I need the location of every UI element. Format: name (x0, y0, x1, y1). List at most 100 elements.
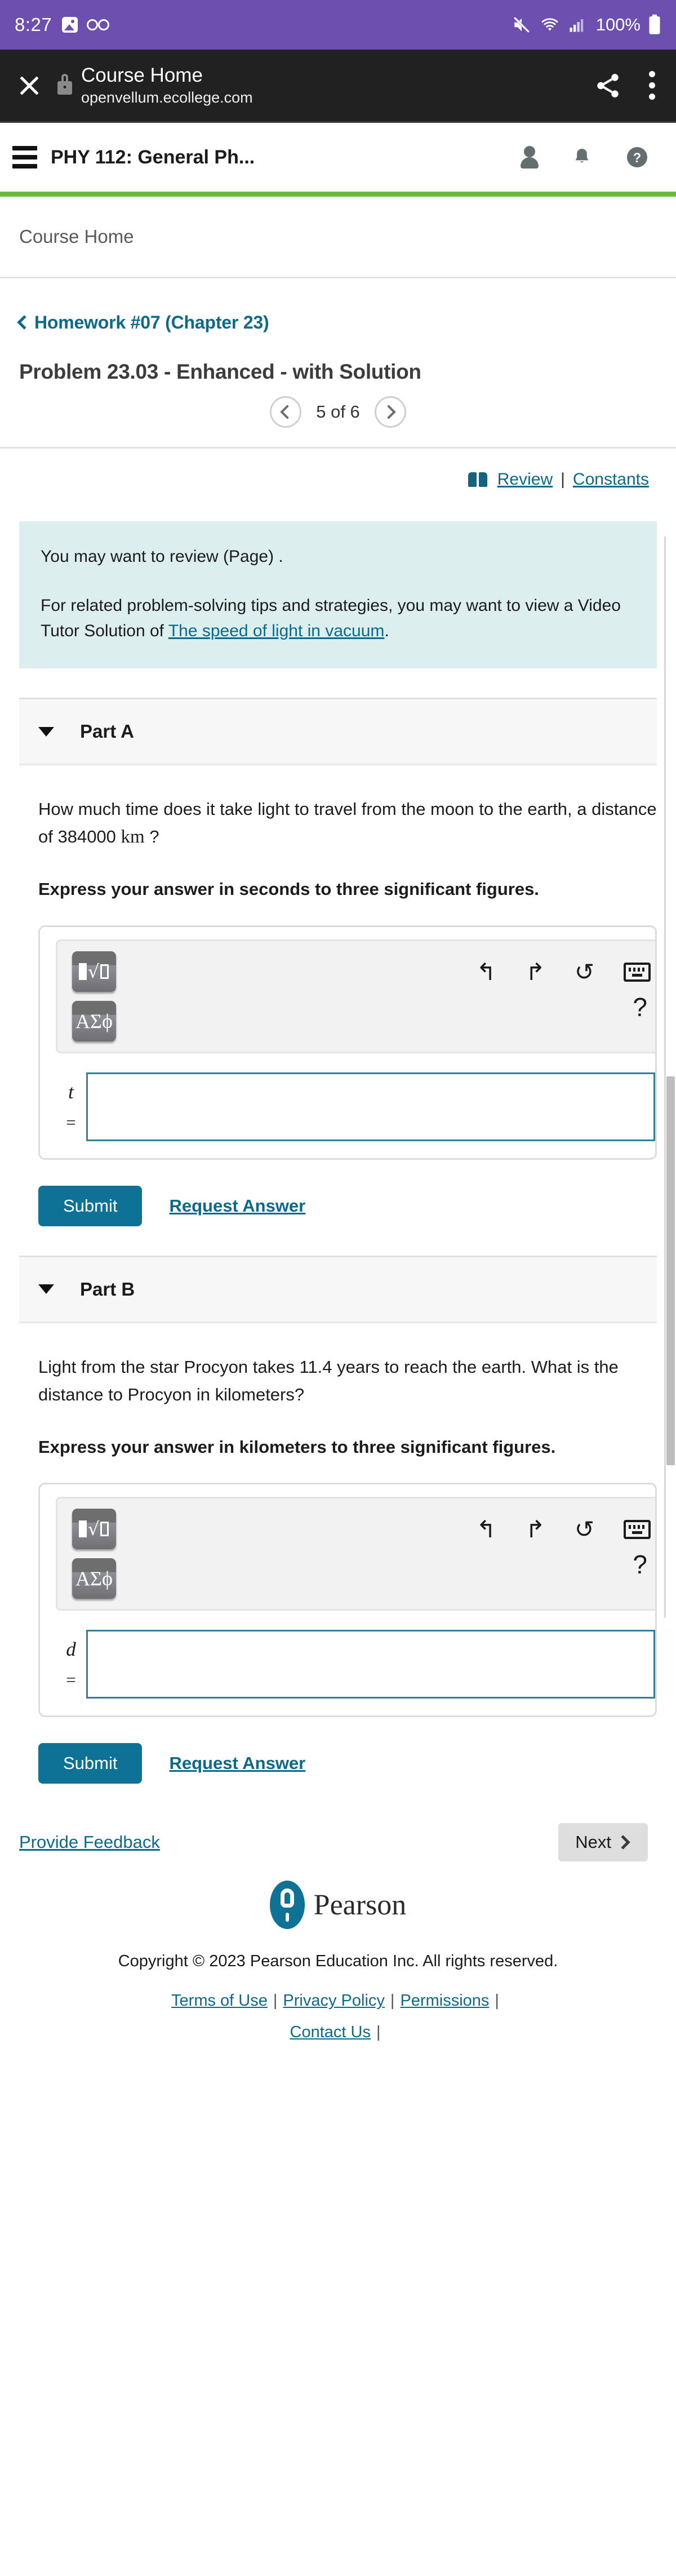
part-b-actions: Submit Request Answer (38, 1743, 657, 1784)
variable-symbol: d (66, 1638, 76, 1661)
book-icon (468, 472, 487, 487)
scrollbar-thumb[interactable] (666, 1076, 675, 1465)
footer-separator: | (273, 1992, 278, 2010)
android-status-bar: 8:27 100% (0, 0, 676, 50)
notifications-icon[interactable] (571, 145, 593, 170)
problem-pager: 5 of 6 (19, 396, 657, 447)
part-a-header[interactable]: Part A (19, 698, 657, 765)
pager-label: 5 of 6 (316, 402, 360, 422)
part-b-answer-card: √ ΑΣϕ ↰ ↱ ↺ ? d = (38, 1483, 657, 1718)
hint-line-1: You may want to review (Page) . (41, 547, 283, 566)
part-a-answer-card: √ ΑΣϕ ↰ ↱ ↺ ? t = (38, 925, 657, 1160)
provide-feedback-link[interactable]: Provide Feedback (19, 1832, 160, 1852)
breadcrumb-label: Course Home (19, 226, 134, 247)
part-b-header[interactable]: Part B (19, 1255, 657, 1323)
part-b-answer-input[interactable] (86, 1630, 655, 1699)
part-b-answer-row: d = (56, 1630, 655, 1699)
status-time: 8:27 (15, 14, 52, 35)
part-b-instruction: Express your answer in kilometers to thr… (38, 1436, 556, 1457)
account-icon[interactable] (521, 146, 539, 169)
part-a-label: Part A (80, 721, 134, 742)
assignment-link-label: Homework #07 (Chapter 23) (34, 312, 269, 332)
redo-icon[interactable]: ↱ (526, 960, 545, 984)
undo-icon[interactable]: ↰ (476, 960, 496, 984)
part-a-question: How much time does it take light to trav… (38, 796, 657, 852)
course-title: PHY 112: General Ph... (51, 146, 255, 168)
app-navigation-bar: PHY 112: General Ph... ? (0, 123, 676, 192)
permissions-link[interactable]: Permissions (400, 1992, 489, 2010)
part-b-request-answer-link[interactable]: Request Answer (169, 1753, 305, 1774)
pearson-wordmark: Pearson (313, 1888, 407, 1921)
privacy-policy-link[interactable]: Privacy Policy (283, 1992, 385, 2010)
part-b-body: Light from the star Procyon takes 11.4 y… (0, 1323, 676, 1784)
math-toolbar-help: ? (116, 994, 655, 1020)
voicemail-icon (87, 19, 110, 30)
greek-button-label: ΑΣϕ (75, 1009, 113, 1032)
overflow-menu-icon[interactable] (649, 66, 656, 105)
hamburger-menu-icon[interactable] (12, 141, 37, 173)
part-a-body: How much time does it take light to trav… (0, 765, 676, 1226)
pager-next-button[interactable] (374, 396, 406, 428)
terms-of-use-link[interactable]: Terms of Use (171, 1992, 268, 2010)
battery-percent-label: 100% (595, 15, 641, 34)
lock-icon (57, 81, 72, 95)
part-b-label: Part B (80, 1278, 135, 1300)
math-palette-buttons: √ ΑΣϕ (72, 1509, 116, 1599)
greek-symbols-button[interactable]: ΑΣϕ (72, 1558, 116, 1599)
part-a-actions: Submit Request Answer (38, 1185, 657, 1226)
browser-url: openvellum.ecollege.com (81, 88, 253, 106)
next-button-label: Next (575, 1832, 611, 1852)
browser-page-title: Course Home (81, 64, 203, 87)
chevron-left-icon (279, 405, 295, 419)
math-toolbar-right: ↰ ↱ ↺ ? (116, 951, 655, 1020)
redo-icon[interactable]: ↱ (526, 1518, 545, 1541)
battery-icon (649, 14, 660, 34)
math-toolbar-icons: ↰ ↱ ↺ (116, 1509, 655, 1541)
share-icon[interactable] (594, 70, 622, 101)
part-a-answer-input[interactable] (86, 1072, 655, 1141)
greek-symbols-button[interactable]: ΑΣϕ (72, 1000, 116, 1041)
part-b-submit-button[interactable]: Submit (38, 1743, 143, 1784)
equals-symbol: = (66, 1670, 76, 1690)
accent-divider (0, 192, 676, 197)
equals-symbol: = (66, 1112, 76, 1132)
part-a-request-answer-link[interactable]: Request Answer (169, 1196, 305, 1216)
video-tutor-link[interactable]: The speed of light in vacuum (168, 622, 385, 640)
close-icon[interactable] (17, 73, 42, 98)
chevron-right-icon (616, 1835, 630, 1850)
footer-links: Terms of Use | Privacy Policy | Permissions |… (0, 1985, 676, 2047)
assignment-back-link[interactable]: Homework #07 (Chapter 23) (17, 312, 269, 333)
next-button[interactable]: Next (558, 1823, 648, 1862)
signal-icon (570, 19, 583, 32)
scrollbar-track[interactable] (666, 535, 676, 2576)
chevron-left-icon (17, 314, 32, 330)
pager-prev-button[interactable] (270, 396, 302, 428)
constants-link[interactable]: Constants (573, 470, 649, 489)
chevron-right-icon (381, 405, 397, 419)
help-icon[interactable]: ? (633, 994, 647, 1020)
status-left-icons (62, 17, 110, 33)
app-bar-icon-group: ? (521, 145, 649, 170)
math-toolbar-icons: ↰ ↱ ↺ (116, 951, 655, 984)
hint-line-2: For related problem-solving tips and str… (41, 593, 635, 644)
problem-content: Review | Constants You may want to revie… (0, 449, 676, 2048)
question-unit: km (121, 827, 145, 848)
math-template-icon[interactable]: √ (72, 951, 116, 992)
math-toolbar-right: ↰ ↱ ↺ ? (116, 1509, 655, 1577)
part-a-answer-row: t = (56, 1072, 655, 1141)
browser-title-block: Course Home openvellum.ecollege.com (81, 63, 594, 108)
part-a-submit-button[interactable]: Submit (38, 1185, 143, 1226)
copyright-text: Copyright © 2023 Pearson Education Inc. … (118, 1952, 558, 1971)
help-icon[interactable]: ? (625, 145, 649, 169)
reset-icon[interactable]: ↺ (575, 960, 594, 984)
review-link[interactable]: Review (497, 470, 553, 489)
keyboard-icon[interactable] (624, 962, 651, 982)
status-right-icons: 100% (511, 14, 661, 36)
math-template-icon[interactable]: √ (72, 1509, 116, 1550)
undo-icon[interactable]: ↰ (476, 1518, 496, 1541)
help-icon[interactable]: ? (633, 1551, 647, 1577)
contact-us-link[interactable]: Contact Us (290, 2023, 371, 2041)
reset-icon[interactable]: ↺ (575, 1518, 594, 1541)
keyboard-icon[interactable] (624, 1520, 651, 1540)
footer-separator: | (495, 1992, 499, 2010)
